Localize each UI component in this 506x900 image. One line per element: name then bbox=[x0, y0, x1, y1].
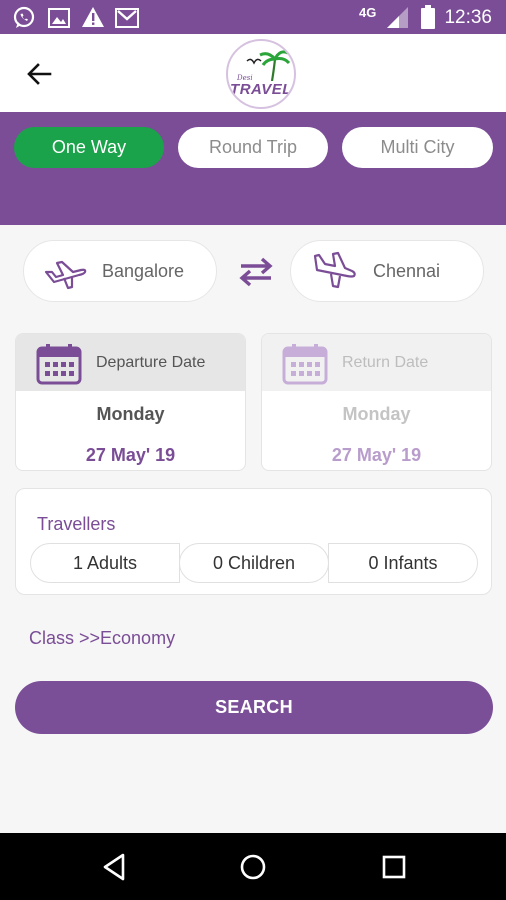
gmail-icon bbox=[115, 8, 139, 28]
adults-selector[interactable]: 1 Adults bbox=[30, 543, 180, 583]
search-button[interactable]: SEARCH bbox=[15, 681, 493, 734]
class-selector-link[interactable]: Class >>Economy bbox=[29, 628, 175, 649]
logo-text: TRAVEL bbox=[230, 81, 292, 98]
departure-date-value: 27 May' 19 bbox=[85, 445, 176, 465]
departure-date-card[interactable]: Departure Date Monday 27 May' 19 bbox=[15, 333, 246, 471]
status-bar: 4G 12:36 bbox=[0, 0, 506, 34]
system-nav-bar bbox=[0, 833, 506, 900]
recents-square-icon[interactable] bbox=[377, 850, 411, 884]
departure-date-header: Departure Date bbox=[16, 334, 245, 391]
swap-arrows-icon[interactable] bbox=[236, 254, 276, 290]
travellers-card: Travellers 1 Adults 0 Children 0 Infants bbox=[15, 488, 492, 595]
calendar-icon bbox=[36, 344, 82, 385]
to-city-field[interactable]: Chennai bbox=[290, 240, 484, 302]
from-city-name: Bangalore bbox=[102, 260, 185, 281]
return-date-value: 27 May' 19 bbox=[331, 445, 422, 465]
battery-icon bbox=[421, 5, 435, 29]
plane-landing-icon bbox=[313, 251, 356, 289]
palm-tree-icon bbox=[259, 50, 290, 81]
image-icon bbox=[48, 8, 70, 28]
travellers-title: Travellers bbox=[37, 514, 116, 534]
plane-takeoff-icon bbox=[44, 260, 87, 290]
to-city-name: Chennai bbox=[373, 260, 441, 281]
tab-one-way[interactable]: One Way bbox=[14, 127, 164, 168]
network-type: 4G bbox=[359, 5, 377, 20]
tab-round-trip[interactable]: Round Trip bbox=[178, 127, 328, 168]
clock: 12:36 bbox=[444, 7, 492, 28]
infants-selector[interactable]: 0 Infants bbox=[328, 543, 478, 583]
whatsapp-icon bbox=[13, 6, 35, 28]
tab-multi-city[interactable]: Multi City bbox=[342, 127, 493, 168]
return-date-card[interactable]: Return Date Monday 27 May' 19 bbox=[261, 333, 492, 471]
back-triangle-icon[interactable] bbox=[98, 850, 132, 884]
arrow-left-icon[interactable] bbox=[24, 58, 56, 90]
trip-type-bar: One Way Round Trip Multi City bbox=[0, 114, 506, 225]
departure-date-label: Departure Date bbox=[96, 354, 206, 371]
warning-icon bbox=[82, 7, 104, 27]
calendar-icon bbox=[282, 344, 328, 385]
return-day: Monday bbox=[342, 404, 411, 424]
departure-day: Monday bbox=[96, 404, 165, 424]
return-date-header: Return Date bbox=[262, 334, 491, 391]
return-date-label: Return Date bbox=[342, 354, 429, 371]
signal-icon bbox=[387, 7, 408, 28]
from-city-field[interactable]: Bangalore bbox=[23, 240, 217, 302]
app-bar: Desi TRAVEL bbox=[0, 34, 506, 114]
app-logo: Desi TRAVEL bbox=[226, 39, 296, 109]
home-circle-icon[interactable] bbox=[236, 850, 270, 884]
bird-icon bbox=[246, 58, 262, 65]
children-selector[interactable]: 0 Children bbox=[179, 543, 329, 583]
